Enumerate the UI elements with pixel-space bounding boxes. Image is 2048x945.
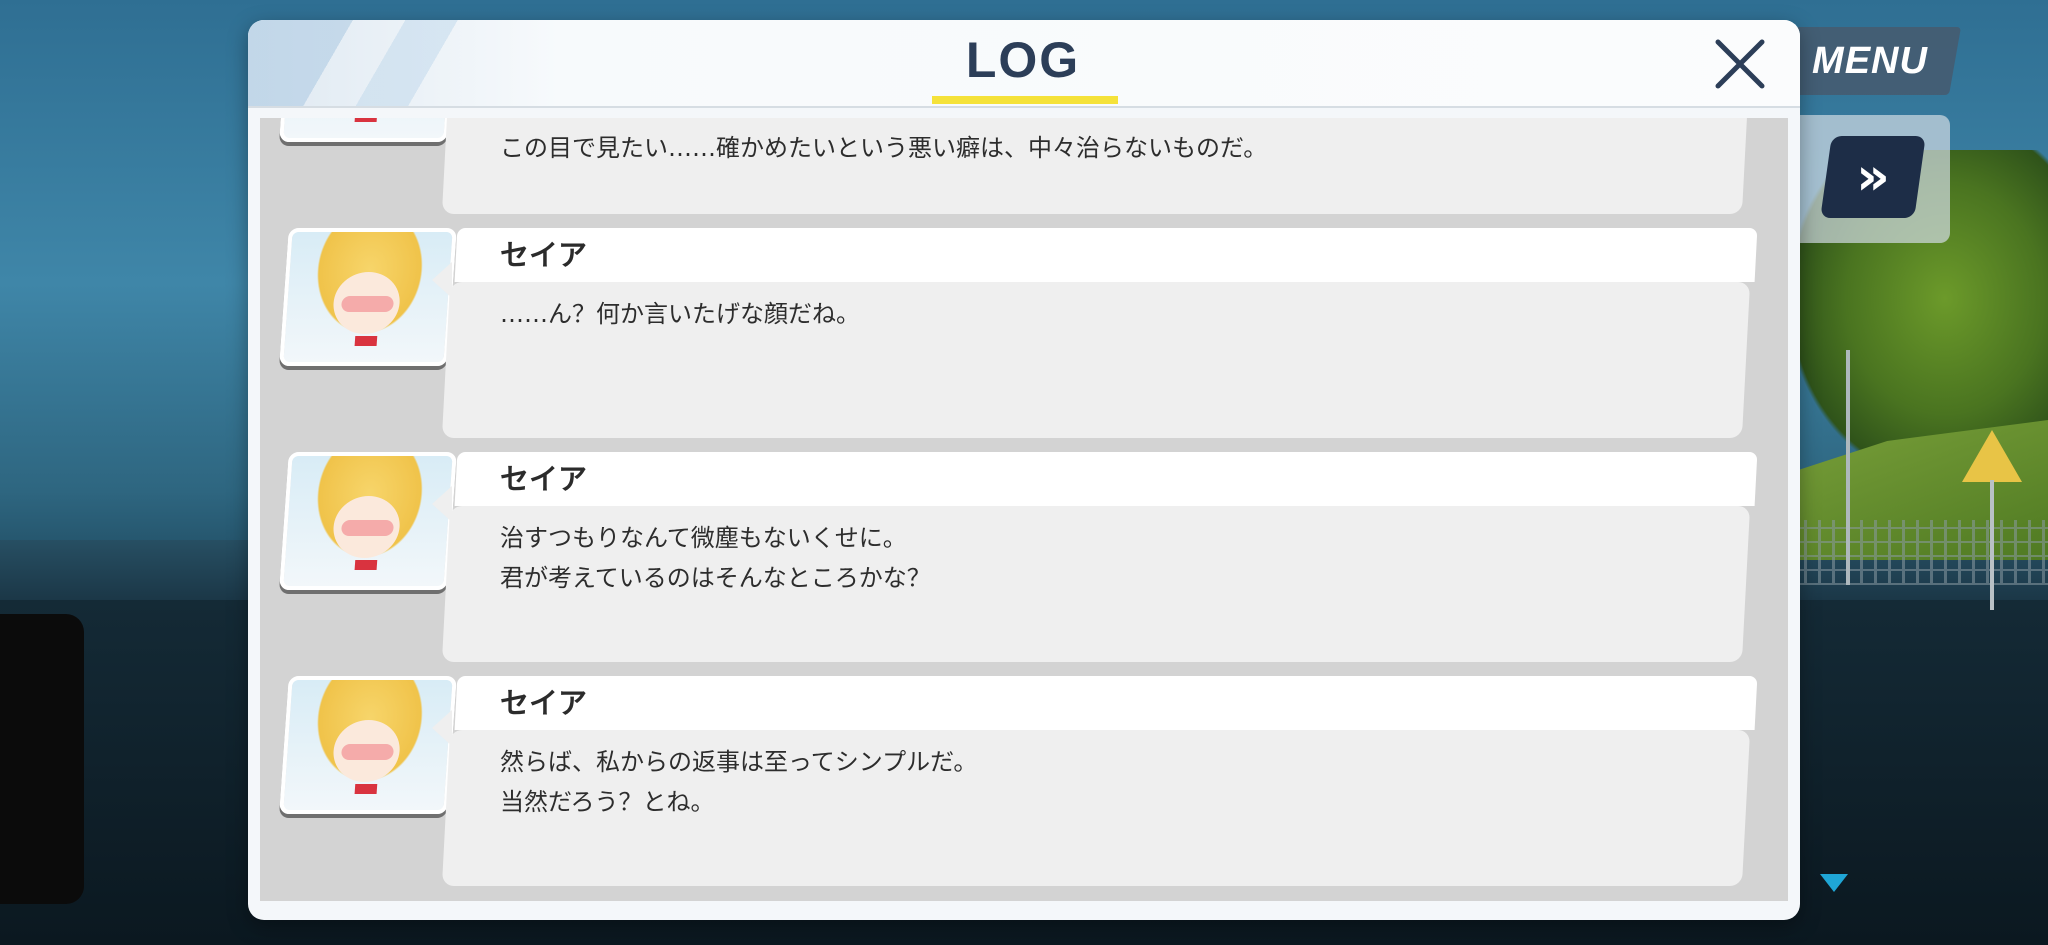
log-window: LOG この目で見たい……確かめたいという悪い癖は、中々治らないものだ。 セイア… [248,20,1800,920]
header-decoration [248,20,548,106]
dialogue-line: 然らば、私からの返事は至ってシンプルだ。 [500,748,978,776]
title-underline [932,96,1118,104]
down-triangle-icon [1820,874,1848,892]
dialogue-line: ……ん？何か言いたげな顔だね。 [500,300,860,328]
name-bar [454,452,1758,506]
name-bar [454,228,1758,282]
dialogue-line: 治すつもりなんて微塵もないくせに。 [500,524,907,552]
header-divider [248,106,1800,108]
fence-background [1790,520,2048,585]
log-list[interactable]: この目で見たい……確かめたいという悪い癖は、中々治らないものだ。 セイア ……ん… [260,118,1788,901]
log-title: LOG [965,32,1081,88]
fast-forward-icon[interactable]: » [1826,136,1920,218]
log-header: LOG [248,20,1800,106]
speaker-name: セイア [500,462,588,496]
street-lamp [1846,350,1850,585]
dialogue-line: この目で見たい……確かめたいという悪い癖は、中々治らないものだ。 [500,134,1268,162]
log-entry: セイア 然らば、私からの返事は至ってシンプルだ。 当然だろう？とね。 [260,666,1788,886]
log-entry: この目で見たい……確かめたいという悪い癖は、中々治らないものだ。 [260,118,1788,214]
log-entry: セイア ……ん？何か言いたげな顔だね。 [260,218,1788,438]
side-panel [0,614,84,904]
menu-label[interactable]: MENU [1805,36,1935,86]
log-entry: セイア 治すつもりなんて微塵もないくせに。 君が考えているのはそんなところかな？ [260,442,1788,662]
road-sign [1962,430,2022,482]
close-button[interactable] [1710,34,1770,94]
speaker-avatar [279,676,457,814]
speaker-avatar [279,452,457,590]
speaker-avatar [279,228,457,366]
name-bar [454,676,1758,730]
speaker-name: セイア [500,686,588,720]
road-sign-pole [1990,480,1994,610]
dialogue-line: 当然だろう？とね。 [500,788,715,816]
close-icon[interactable] [1710,34,1770,94]
speaker-avatar [279,118,457,142]
speaker-name: セイア [500,238,588,272]
dialogue-line: 君が考えているのはそんなところかな？ [500,564,931,592]
